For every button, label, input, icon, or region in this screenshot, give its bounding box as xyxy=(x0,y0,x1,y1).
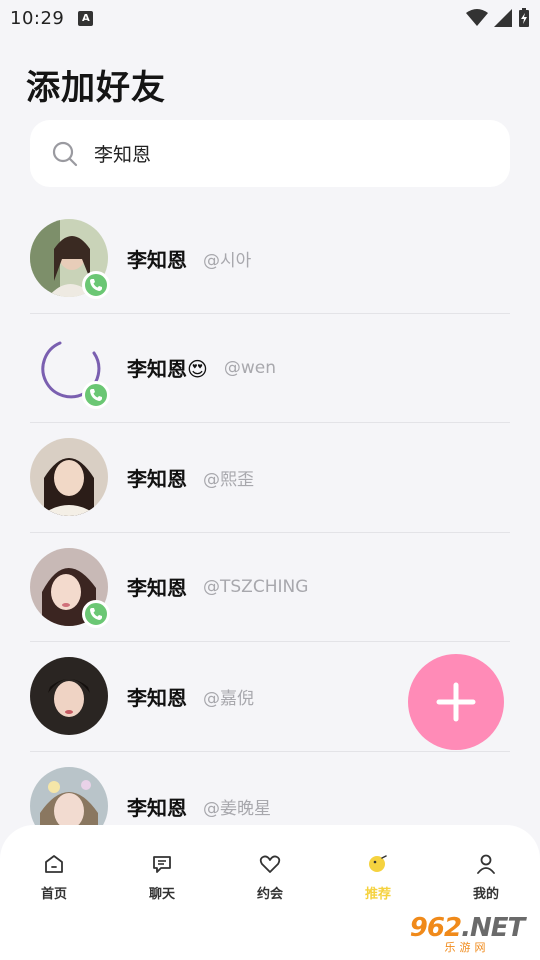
battery-icon xyxy=(519,8,529,27)
contact-list: 李知恩 @시아 李知恩😍 @wen 李知恩 @熙歪 李知恩 @TSZCHING … xyxy=(30,204,510,861)
contact-name: 李知恩 xyxy=(127,466,187,491)
add-friend-button[interactable] xyxy=(408,654,504,750)
tab-label: 推荐 xyxy=(364,887,391,902)
contact-handle: @TSZCHING xyxy=(203,576,309,597)
chat-icon xyxy=(153,856,171,873)
tab-label: 约会 xyxy=(256,887,283,902)
search-bar[interactable] xyxy=(30,120,510,187)
contact-name: 李知恩 xyxy=(127,795,187,820)
status-icons xyxy=(466,8,530,28)
recommend-icon xyxy=(369,855,387,872)
signal-icon xyxy=(494,9,512,27)
tab-chat[interactable]: 聊天 xyxy=(108,853,216,960)
contact-name: 李知恩😍 xyxy=(127,357,208,382)
page-title: 添加好友 xyxy=(26,68,166,108)
tab-label: 聊天 xyxy=(148,887,175,902)
phone-icon xyxy=(82,599,110,628)
search-icon xyxy=(52,141,78,166)
contact-handle: @姜晚星 xyxy=(203,798,271,819)
list-item[interactable]: 李知恩 @시아 xyxy=(30,204,510,314)
contact-handle: @wen xyxy=(223,357,276,378)
avatar[interactable] xyxy=(30,547,110,628)
search-input[interactable] xyxy=(94,142,454,165)
watermark-logo: 962.NET 乐游网 xyxy=(400,912,534,956)
phone-icon xyxy=(82,271,110,300)
tab-home[interactable]: 首页 xyxy=(0,853,108,960)
contact-name: 李知恩 xyxy=(127,576,187,601)
contact-handle: @熙歪 xyxy=(203,469,254,490)
contact-name: 李知恩 xyxy=(127,685,187,710)
status-bar: 10:29 A xyxy=(0,0,540,36)
phone-icon xyxy=(82,380,110,409)
avatar[interactable] xyxy=(30,329,110,409)
tab-dating[interactable]: 约会 xyxy=(216,853,324,960)
avatar[interactable] xyxy=(30,438,108,517)
avatar[interactable] xyxy=(30,657,108,736)
status-time: 10:29 xyxy=(10,7,65,29)
list-item[interactable]: 李知恩😍 @wen xyxy=(30,314,510,423)
heart-icon xyxy=(259,855,281,873)
avatar[interactable] xyxy=(30,219,110,300)
watermark-sub: 乐游网 xyxy=(444,941,490,954)
tab-label: 首页 xyxy=(40,887,67,902)
home-icon xyxy=(45,855,63,873)
wifi-icon xyxy=(466,9,488,26)
plus-icon xyxy=(436,682,476,722)
list-item[interactable]: 李知恩 @熙歪 xyxy=(30,423,510,533)
contact-handle: @시아 xyxy=(203,250,252,271)
notification-icon: A xyxy=(78,10,94,26)
tab-label: 我的 xyxy=(472,887,499,902)
list-item[interactable]: 李知恩 @TSZCHING xyxy=(30,533,510,642)
profile-icon xyxy=(477,854,495,874)
contact-name: 李知恩 xyxy=(127,247,187,272)
contact-handle: @嘉倪 xyxy=(203,688,254,709)
